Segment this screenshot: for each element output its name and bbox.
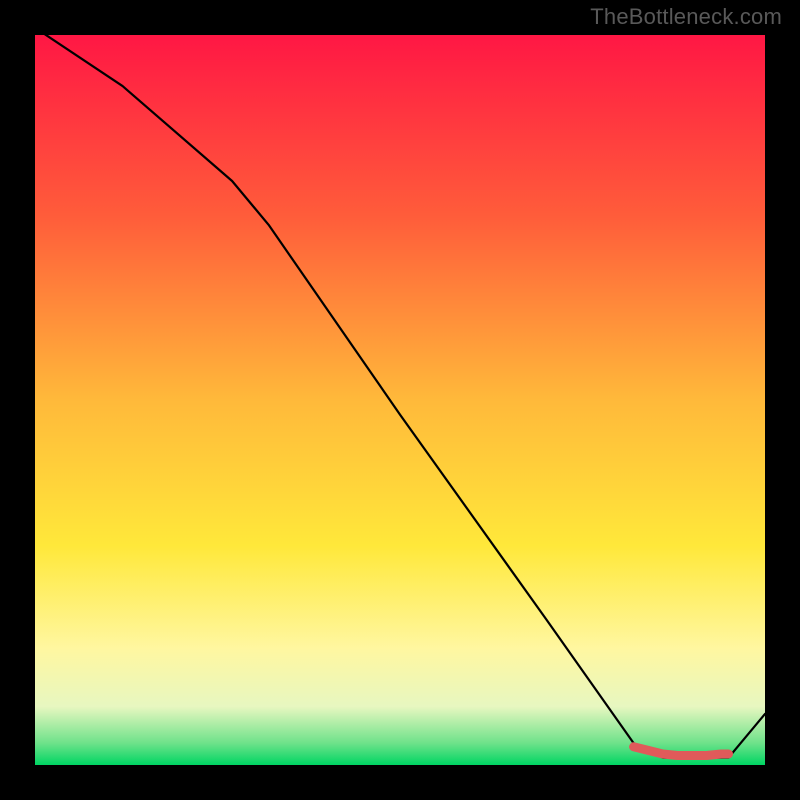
chart-svg bbox=[35, 35, 765, 765]
watermark-text: TheBottleneck.com bbox=[590, 4, 782, 30]
chart-stage: TheBottleneck.com bbox=[0, 0, 800, 800]
gradient-background bbox=[35, 35, 765, 765]
plot-area bbox=[35, 35, 765, 765]
